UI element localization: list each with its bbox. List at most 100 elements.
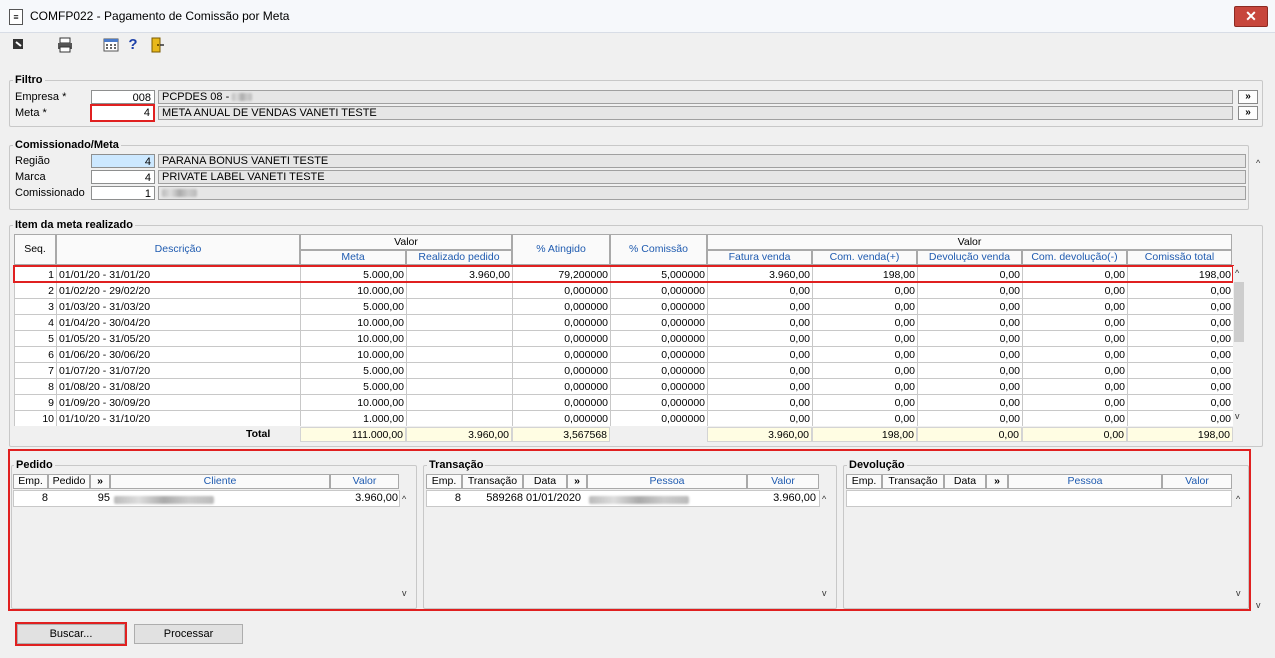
pedido-scroll-up-icon[interactable]: ^ xyxy=(402,494,406,504)
col-comissao-pct[interactable]: % Comissão xyxy=(610,234,707,265)
door-exit-icon[interactable] xyxy=(149,37,165,53)
table-cell: 9 xyxy=(14,394,57,411)
main-scroll-down-icon[interactable]: v xyxy=(1256,600,1261,610)
comissionado-meta-label: Comissionado/Meta xyxy=(13,139,121,151)
table-cell: 5 xyxy=(14,330,57,347)
transacao-scroll-down-icon[interactable]: v xyxy=(822,588,827,598)
table-cell: 10.000,00 xyxy=(300,314,407,331)
main-scroll-up-icon[interactable]: ^ xyxy=(1256,158,1260,168)
scroll-up-icon[interactable]: ^ xyxy=(1235,268,1239,278)
pedido-col-cliente[interactable]: Cliente xyxy=(110,474,330,489)
col-seq[interactable]: Seq. xyxy=(14,234,56,265)
table-cell: 3 xyxy=(14,298,57,315)
table-cell: 0,00 xyxy=(812,346,918,363)
table-cell: 5.000,00 xyxy=(300,378,407,395)
table-cell: 0,00 xyxy=(707,362,813,379)
table-cell: 0,00 xyxy=(707,410,813,426)
table-row[interactable]: 7 01/07/20 - 31/07/20 5.000,00 0,000000 0,00… xyxy=(14,362,1233,379)
table-cell: 0,00 xyxy=(917,394,1023,411)
transacao-scroll-up-icon[interactable]: ^ xyxy=(822,494,826,504)
total-devolucao: 0,00 xyxy=(917,427,1022,442)
table-cell: 0,000000 xyxy=(512,362,611,379)
col-com-venda[interactable]: Com. venda(+) xyxy=(812,250,917,265)
transacao-row[interactable]: 8 589268 01/01/2020 3.960,00 xyxy=(426,490,820,507)
table-row[interactable]: 8 01/08/20 - 31/08/20 5.000,00 0,000000 0,00… xyxy=(14,378,1233,395)
empresa-lookup-button[interactable]: » xyxy=(1238,90,1258,104)
transacao-col-emp[interactable]: Emp. xyxy=(426,474,462,489)
devolucao-col-pessoa[interactable]: Pessoa xyxy=(1008,474,1162,489)
table-cell: 0,00 xyxy=(917,346,1023,363)
col-com-devolucao[interactable]: Com. devolução(-) xyxy=(1022,250,1127,265)
devolucao-col-emp[interactable]: Emp. xyxy=(846,474,882,489)
table-row[interactable]: 4 01/04/20 - 30/04/20 10.000,00 0,000000 0,0… xyxy=(14,314,1233,331)
table-row[interactable]: 9 01/09/20 - 30/09/20 10.000,00 0,000000 0,0… xyxy=(14,394,1233,411)
comissionado-field[interactable]: 1 xyxy=(91,186,155,200)
table-cell: 0,000000 xyxy=(512,346,611,363)
table-cell xyxy=(406,314,513,331)
col-fatura[interactable]: Fatura venda xyxy=(707,250,812,265)
transacao-expand-button[interactable]: » xyxy=(567,474,587,489)
table-cell: 01/06/20 - 30/06/20 xyxy=(56,346,301,363)
pedido-col-emp[interactable]: Emp. xyxy=(13,474,48,489)
col-atingido[interactable]: % Atingido xyxy=(512,234,610,265)
table-cell: 0,00 xyxy=(1022,394,1128,411)
pedido-col-valor[interactable]: Valor xyxy=(330,474,399,489)
table-cell: 01/03/20 - 31/03/20 xyxy=(56,298,301,315)
total-com-devolucao: 0,00 xyxy=(1022,427,1127,442)
transacao-row-transacao: 589268 xyxy=(486,492,523,504)
pedido-col-pedido[interactable]: Pedido xyxy=(48,474,90,489)
devolucao-col-transacao[interactable]: Transação xyxy=(882,474,944,489)
devolucao-expand-button[interactable]: » xyxy=(986,474,1008,489)
col-devolucao[interactable]: Devolução venda xyxy=(917,250,1022,265)
transacao-col-valor[interactable]: Valor xyxy=(747,474,819,489)
total-realizado: 3.960,00 xyxy=(406,427,512,442)
exit-icon[interactable] xyxy=(11,37,27,53)
table-cell xyxy=(406,282,513,299)
col-meta[interactable]: Meta xyxy=(300,250,406,265)
close-button[interactable]: ✕ xyxy=(1234,6,1268,27)
table-cell: 0,00 xyxy=(812,282,918,299)
regiao-field[interactable]: 4 xyxy=(91,154,155,168)
marca-field[interactable]: 4 xyxy=(91,170,155,184)
pedido-row[interactable]: 8 95 3.960,00 xyxy=(13,490,400,507)
pedido-scroll-down-icon[interactable]: v xyxy=(402,588,407,598)
help-icon[interactable]: ? xyxy=(125,37,141,53)
table-cell: 0,00 xyxy=(812,314,918,331)
meta-field[interactable]: 4 xyxy=(90,104,155,122)
scroll-thumb[interactable] xyxy=(1234,282,1244,342)
col-comissao-total[interactable]: Comissão total xyxy=(1127,250,1232,265)
table-cell: 4 xyxy=(14,314,57,331)
table-cell: 0,000000 xyxy=(610,378,708,395)
devolucao-col-data[interactable]: Data xyxy=(944,474,986,489)
transacao-col-transacao[interactable]: Transação xyxy=(462,474,523,489)
print-icon[interactable] xyxy=(57,37,73,53)
buscar-button[interactable]: Buscar... xyxy=(17,624,125,644)
table-row[interactable]: 5 01/05/20 - 31/05/20 10.000,00 0,000000 0,0… xyxy=(14,330,1233,347)
table-cell: 0,00 xyxy=(917,314,1023,331)
processar-button[interactable]: Processar xyxy=(134,624,243,644)
table-cell: 0,00 xyxy=(1127,346,1233,363)
transacao-col-data[interactable]: Data xyxy=(523,474,567,489)
devolucao-scroll-up-icon[interactable]: ^ xyxy=(1236,494,1240,504)
table-row[interactable]: 2 01/02/20 - 29/02/20 10.000,00 0,000000 0,0… xyxy=(14,282,1233,299)
empresa-field[interactable]: 008 xyxy=(91,90,155,104)
calculator-icon[interactable] xyxy=(103,37,119,53)
pedido-label: Pedido xyxy=(14,459,55,471)
transacao-col-pessoa[interactable]: Pessoa xyxy=(587,474,747,489)
col-realizado[interactable]: Realizado pedido xyxy=(406,250,512,265)
col-descricao[interactable]: Descrição xyxy=(56,234,300,265)
pedido-expand-button[interactable]: » xyxy=(90,474,110,489)
table-cell: 0,00 xyxy=(1127,362,1233,379)
devolucao-col-valor[interactable]: Valor xyxy=(1162,474,1232,489)
table-cell xyxy=(406,298,513,315)
table-row[interactable]: 10 01/10/20 - 31/10/20 1.000,00 0,000000 0,0… xyxy=(14,410,1233,426)
table-row[interactable]: 6 01/06/20 - 30/06/20 10.000,00 0,000000 0,0… xyxy=(14,346,1233,363)
devolucao-scroll-down-icon[interactable]: v xyxy=(1236,588,1241,598)
itens-grid[interactable]: 1 01/01/20 - 31/01/20 5.000,00 3.960,00 79,2… xyxy=(14,266,1233,426)
scroll-down-icon[interactable]: v xyxy=(1235,411,1240,421)
itens-scrollbar[interactable]: ^ v xyxy=(1233,266,1246,426)
meta-lookup-button[interactable]: » xyxy=(1238,106,1258,120)
table-cell: 0,000000 xyxy=(512,314,611,331)
table-row[interactable]: 3 01/03/20 - 31/03/20 5.000,00 0,000000 0,00… xyxy=(14,298,1233,315)
devolucao-row[interactable] xyxy=(846,490,1232,507)
